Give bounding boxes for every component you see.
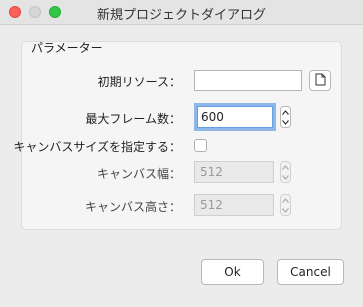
stepper-down-icon[interactable] [282,119,289,125]
canvas-height-stepper[interactable] [280,194,291,216]
stepper-up-icon[interactable] [282,164,289,170]
stepper-up-icon[interactable] [282,197,289,203]
canvas-height-input[interactable]: 512 [194,194,274,216]
stepper-down-icon[interactable] [282,207,289,213]
canvas-size-toggle-label: キャンバスサイズを指定する： [13,140,181,154]
stepper-down-icon[interactable] [282,174,289,180]
max-frames-input[interactable]: 600 [197,106,273,128]
window-title: 新規プロジェクトダイアログ [96,8,266,23]
initial-resource-label: 初期リソース： [97,75,181,89]
canvas-height-label: キャンバス高さ： [84,200,181,214]
ok-button[interactable]: Ok [201,259,264,285]
cancel-button[interactable]: Cancel [277,259,344,285]
canvas-size-checkbox[interactable] [194,139,207,152]
canvas-width-label: キャンバス幅： [96,167,181,181]
parameters-group-label: パラメーター [31,41,103,55]
max-frames-label: 最大フレーム数： [85,112,181,126]
canvas-width-stepper[interactable] [280,161,291,183]
browse-resource-button[interactable] [309,70,331,91]
canvas-width-input[interactable]: 512 [194,161,274,183]
title-bar: 新規プロジェクトダイアログ [0,0,363,25]
stepper-up-icon[interactable] [282,109,289,115]
max-frames-stepper[interactable] [280,106,291,128]
initial-resource-input[interactable] [194,70,302,91]
document-icon [315,73,326,89]
